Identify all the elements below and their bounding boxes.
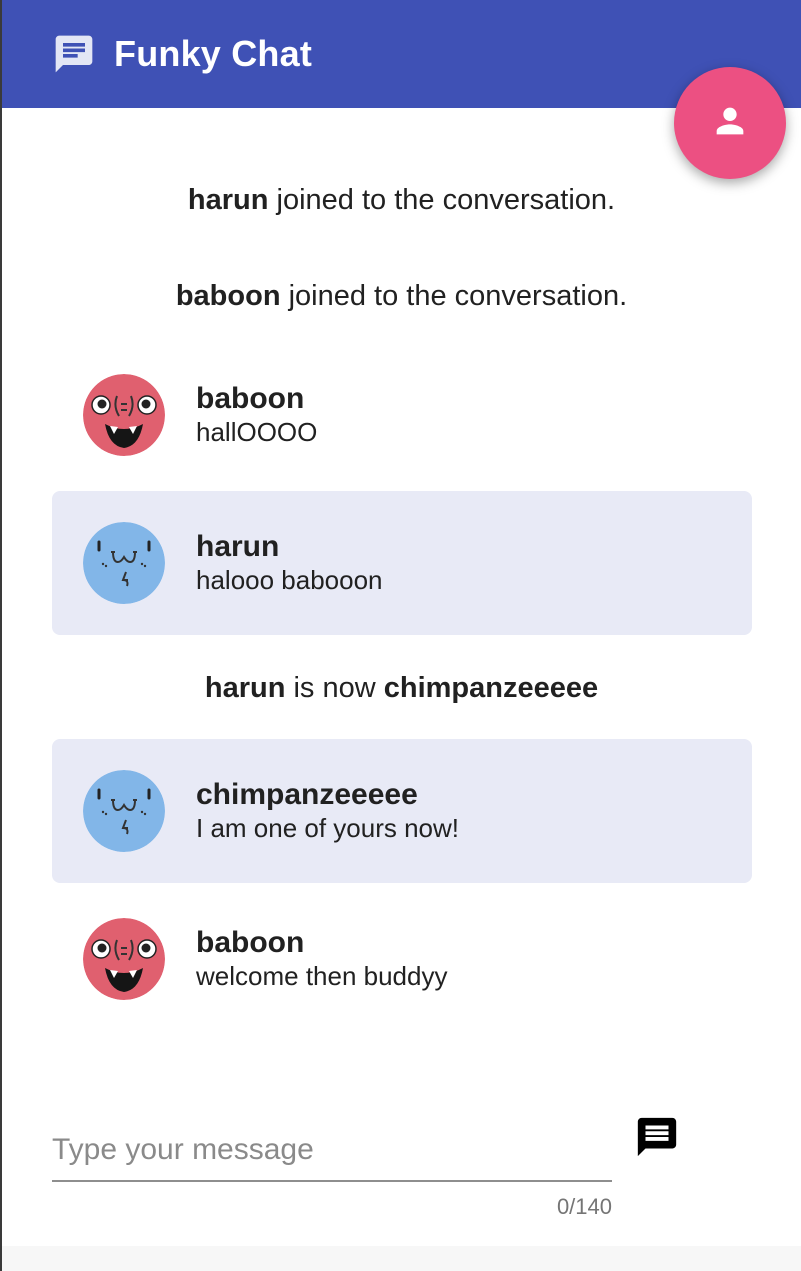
baboon-face-avatar [83,374,165,456]
baboon-face-avatar [83,918,165,1000]
character-counter: 0/140 [556,1194,612,1219]
system-message: baboon joined to the conversation. [2,280,801,313]
message-author: baboon [196,382,305,415]
message-text: halooo babooon [196,565,383,595]
chat-message: baboon hallOOOO [52,343,752,487]
system-message: harun joined to the conversation. [2,184,801,217]
message-author: chimpanzeeeee [196,778,418,811]
send-button[interactable] [628,1110,686,1168]
rename-text: is now [285,672,384,704]
old-username: harun [204,672,286,704]
person-icon [710,101,750,146]
user-profile-button[interactable] [674,67,786,179]
message-author: baboon [196,926,305,959]
chat-bubble-icon [52,32,96,76]
system-user: harun [187,184,269,216]
message-composer: 0/140 [52,1120,612,1220]
harun-face-avatar [83,770,165,852]
input-underline [52,1180,612,1182]
chat-message: baboon welcome then buddyy [52,887,752,1031]
message-text: hallOOOO [196,417,318,447]
message-text: I am one of yours now! [196,813,460,843]
system-text: joined to the conversation. [280,280,628,312]
system-user: baboon [175,280,281,312]
new-username: chimpanzeeeee [383,672,599,704]
system-text: joined to the conversation. [268,184,616,216]
message-input[interactable] [52,1120,612,1180]
rename-notice: harun is now chimpanzeeeee [2,672,801,705]
app-bar: Funky Chat [2,0,801,108]
app-title: Funky Chat [114,33,313,74]
message-text: welcome then buddyy [196,961,448,991]
chat-message: harun halooo babooon [52,491,752,635]
send-message-icon [634,1114,680,1165]
message-author: harun [196,530,280,563]
harun-face-avatar [83,522,165,604]
bottom-edge [2,1246,801,1271]
chat-message: chimpanzeeeee I am one of yours now! [52,739,752,883]
